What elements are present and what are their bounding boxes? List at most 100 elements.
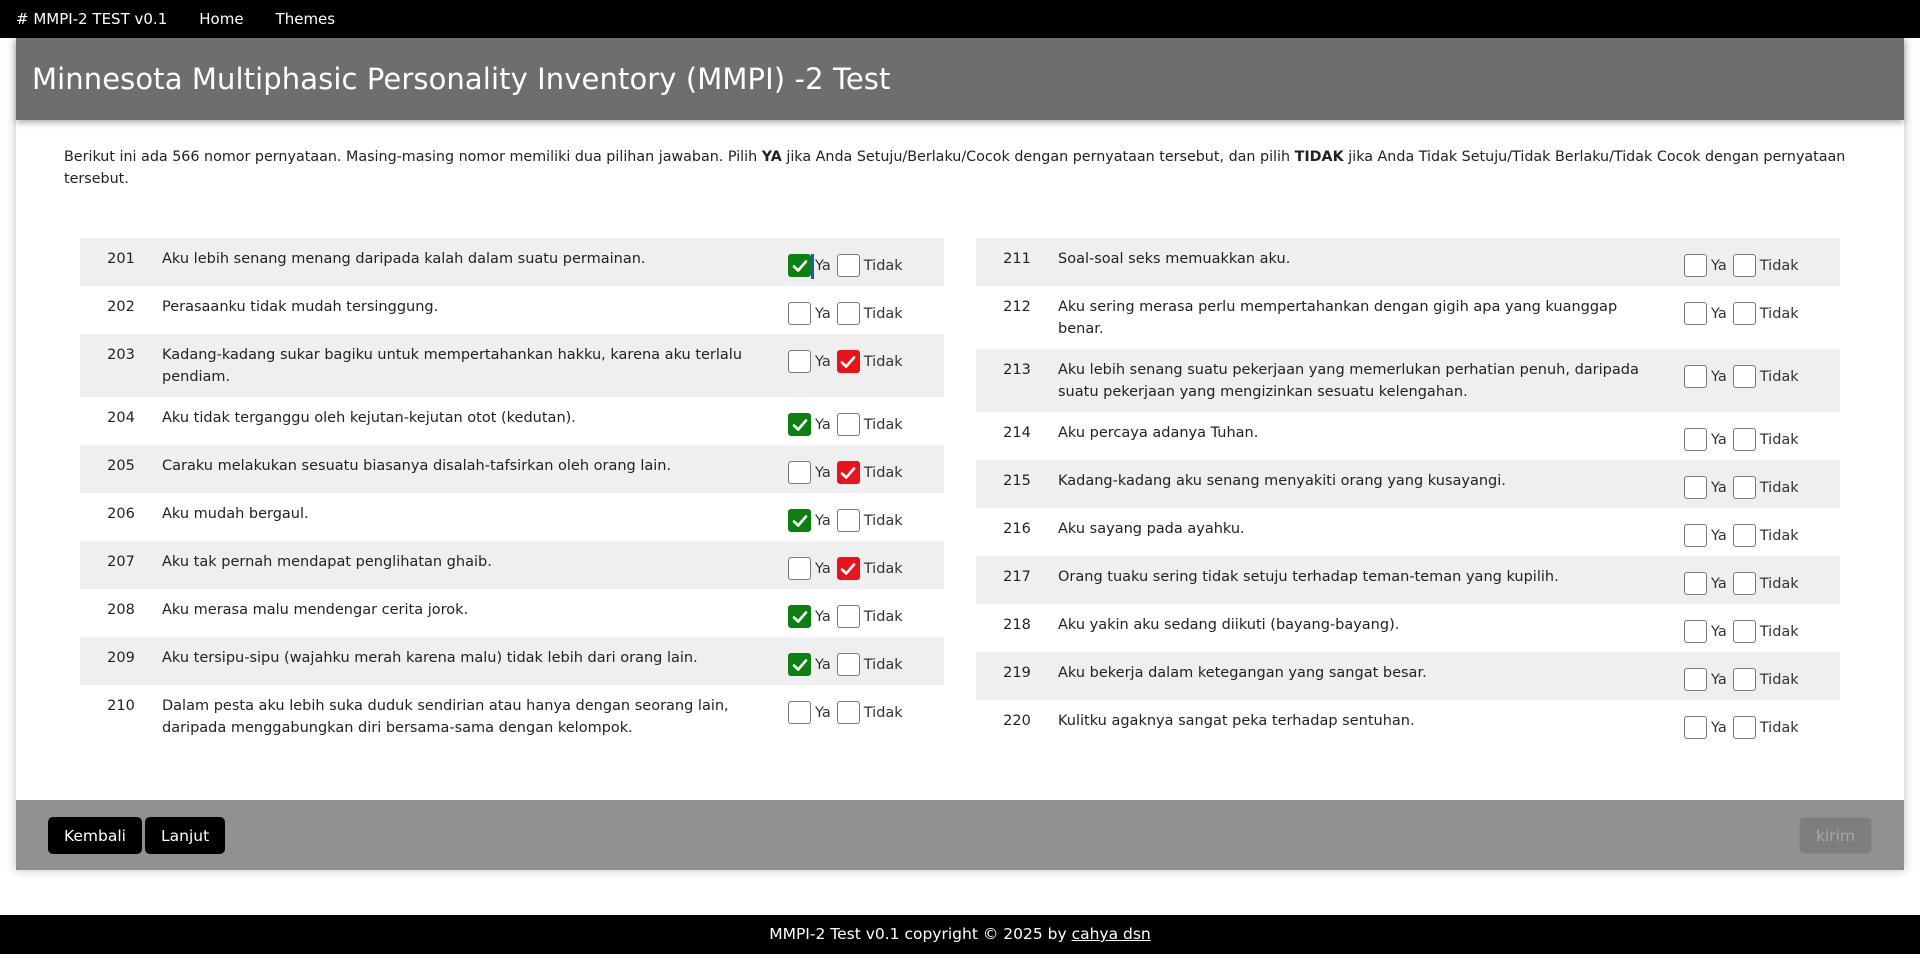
page-title: Minnesota Multiphasic Personality Invent… [32,62,891,96]
next-button[interactable]: Lanjut [145,817,226,854]
question-text: Aku lebih senang suatu pekerjaan yang me… [1058,362,1639,400]
question-number: 205 [107,458,135,474]
checkbox-ya-211[interactable] [1684,254,1707,277]
label-tidak: Tidak [1759,623,1799,640]
question-number: 215 [1003,473,1031,489]
answer-group: Ya Tidak [1684,254,1805,277]
checkbox-ya-209[interactable] [788,653,811,676]
question-row-219: 219 Aku bekerja dalam ketegangan yang san… [976,652,1840,700]
checkbox-ya-217[interactable] [1684,572,1707,595]
label-tidak: Tidak [863,512,903,529]
checkbox-ya-220[interactable] [1684,716,1707,739]
label-ya: Ya [1711,719,1727,736]
question-number: 220 [1003,713,1031,729]
question-text: Aku bekerja dalam ketegangan yang sangat… [1058,665,1427,681]
checkbox-ya-203[interactable] [788,350,811,373]
label-ya: Ya [1711,575,1727,592]
checkbox-ya-201[interactable] [788,254,814,279]
question-column-right: 211 Soal-soal seks memuakkan aku. Ya Tidak 2… [976,238,1840,748]
question-text: Aku yakin aku sedang diikuti (bayang-bay… [1058,617,1400,633]
checkbox-ya-210[interactable] [788,701,811,724]
checkbox-tidak-220[interactable] [1732,716,1756,739]
answer-group: Ya Tidak [788,653,909,676]
back-button[interactable]: Kembali [48,817,142,854]
nav-link-themes[interactable]: Themes [276,10,336,28]
checkbox-tidak-219[interactable] [1732,668,1756,691]
checkbox-ya-216[interactable] [1684,524,1707,547]
checkbox-tidak-210[interactable] [836,701,860,724]
question-row-209: 209 Aku tersipu-sipu (wajahku merah karen… [80,637,944,685]
label-tidak: Tidak [1759,527,1799,544]
checkbox-ya-207[interactable] [788,557,811,580]
checkbox-ya-219[interactable] [1684,668,1707,691]
answer-group: Ya Tidak [788,302,909,325]
checkbox-ya-205[interactable] [788,461,811,484]
checkbox-tidak-202[interactable] [836,302,860,325]
card-header: Minnesota Multiphasic Personality Invent… [16,38,1904,120]
checkbox-tidak-211[interactable] [1732,254,1756,277]
submit-button[interactable]: kirim [1798,817,1872,854]
question-text: Aku lebih senang menang daripada kalah d… [162,251,646,267]
author-link[interactable]: cahya dsn [1072,925,1151,943]
label-tidak: Tidak [863,464,903,481]
label-ya: Ya [815,464,831,481]
checkbox-ya-213[interactable] [1684,365,1707,388]
question-number: 212 [1003,299,1031,315]
checkbox-tidak-201[interactable] [836,254,860,277]
question-row-212: 212 Aku sering merasa perlu mempertahanka… [976,286,1840,349]
checkbox-tidak-208[interactable] [836,605,860,628]
question-number: 213 [1003,362,1031,378]
checkbox-tidak-207[interactable] [836,557,860,580]
label-tidak: Tidak [863,704,903,721]
checkbox-ya-212[interactable] [1684,302,1707,325]
checkbox-tidak-209[interactable] [836,653,860,676]
label-tidak: Tidak [1759,671,1799,688]
label-ya: Ya [1711,257,1727,274]
checkbox-tidak-205[interactable] [836,461,860,484]
question-number: 217 [1003,569,1031,585]
checkbox-tidak-216[interactable] [1732,524,1756,547]
label-ya: Ya [1711,368,1727,385]
test-card: Minnesota Multiphasic Personality Invent… [16,38,1904,870]
answer-group: Ya Tidak [1684,716,1805,739]
checkbox-tidak-213[interactable] [1732,365,1756,388]
answer-group: Ya Tidak [1684,668,1805,691]
answer-group: Ya Tidak [788,557,909,580]
answer-group: Ya Tidak [788,350,909,373]
checkbox-tidak-215[interactable] [1732,476,1756,499]
nav-link-home[interactable]: Home [199,10,243,28]
checkbox-ya-214[interactable] [1684,428,1707,451]
checkbox-ya-202[interactable] [788,302,811,325]
label-tidak: Tidak [1759,431,1799,448]
label-tidak: Tidak [1759,575,1799,592]
checkbox-ya-218[interactable] [1684,620,1707,643]
label-tidak: Tidak [1759,305,1799,322]
checkbox-tidak-217[interactable] [1732,572,1756,595]
label-tidak: Tidak [1759,257,1799,274]
checkbox-tidak-212[interactable] [1732,302,1756,325]
checkbox-tidak-204[interactable] [836,413,860,436]
label-ya: Ya [815,353,831,370]
brand-link[interactable]: # MMPI-2 TEST v0.1 [16,10,167,28]
checkbox-tidak-206[interactable] [836,509,860,532]
checkbox-ya-206[interactable] [788,509,811,532]
question-text: Caraku melakukan sesuatu biasanya disala… [162,458,672,474]
question-number: 207 [107,554,135,570]
instructions-tidak: TIDAK [1294,149,1344,165]
checkbox-tidak-203[interactable] [836,350,860,373]
question-column-left: 201 Aku lebih senang menang daripada kala… [80,238,944,748]
checkbox-ya-215[interactable] [1684,476,1707,499]
question-text: Aku percaya adanya Tuhan. [1058,425,1259,441]
question-number: 209 [107,650,135,666]
answer-group: Ya Tidak [1684,302,1805,325]
answer-group: Ya Tidak [788,461,909,484]
top-navbar: # MMPI-2 TEST v0.1 Home Themes [0,0,1920,38]
label-ya: Ya [815,560,831,577]
question-text: Aku sering merasa perlu mempertahankan d… [1058,299,1618,337]
checkbox-tidak-214[interactable] [1732,428,1756,451]
label-tidak: Tidak [863,416,903,433]
checkbox-ya-208[interactable] [788,605,811,628]
label-ya: Ya [815,656,831,673]
checkbox-tidak-218[interactable] [1732,620,1756,643]
checkbox-ya-204[interactable] [788,413,811,436]
